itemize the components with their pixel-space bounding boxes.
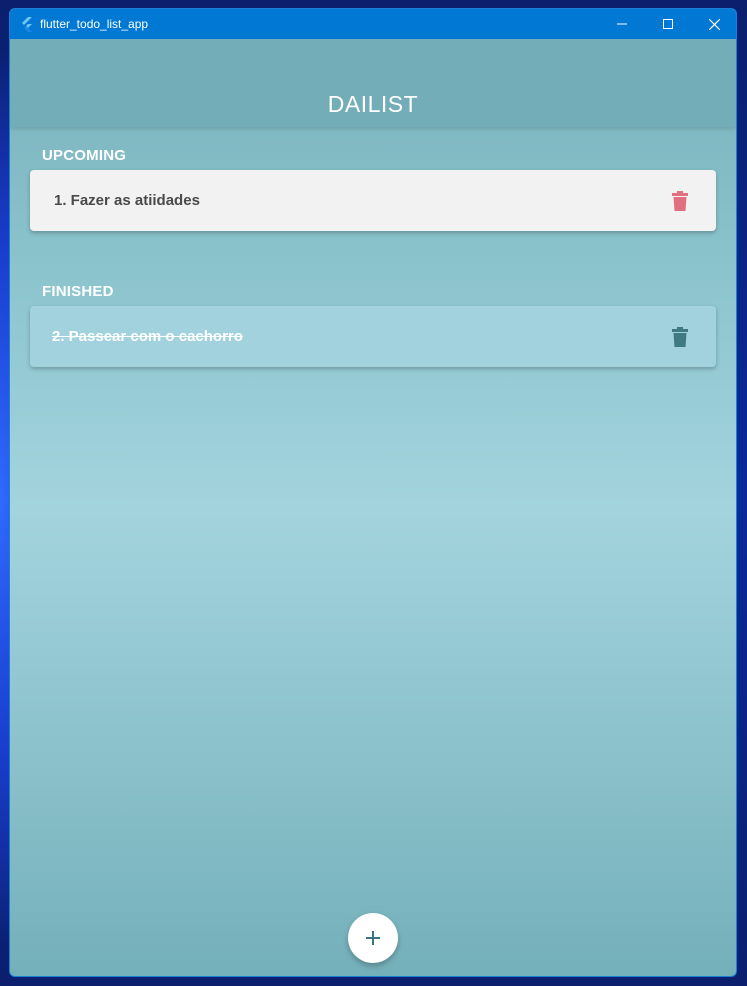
section-label-finished: FINISHED — [42, 283, 114, 300]
app-window: flutter_todo_list_app DAILIST UPCOMING 1… — [9, 8, 737, 977]
maximize-button[interactable] — [645, 9, 691, 39]
window-title: flutter_todo_list_app — [40, 17, 149, 31]
todo-card-upcoming[interactable]: 1. Fazer as atiidades — [30, 170, 716, 231]
close-icon — [708, 18, 720, 30]
close-button[interactable] — [691, 9, 736, 39]
app-title: DAILIST — [327, 91, 419, 117]
minimize-icon — [617, 23, 627, 25]
todo-card-finished[interactable]: 2. Passear com o cachorro — [30, 306, 716, 367]
window-titlebar[interactable]: flutter_todo_list_app — [10, 9, 736, 39]
plus-icon — [366, 931, 380, 945]
add-todo-button[interactable] — [348, 913, 398, 963]
flutter-logo-icon — [22, 17, 32, 32]
app-content: DAILIST UPCOMING 1. Fazer as atiidades F… — [10, 39, 736, 976]
trash-icon[interactable] — [672, 327, 688, 347]
app-bar: DAILIST — [10, 39, 736, 127]
section-label-upcoming: UPCOMING — [42, 147, 127, 164]
minimize-button[interactable] — [599, 9, 645, 39]
trash-icon[interactable] — [672, 191, 688, 211]
maximize-icon — [663, 19, 673, 29]
todo-text: 2. Passear com o cachorro — [52, 328, 243, 345]
todo-text: 1. Fazer as atiidades — [54, 192, 200, 209]
